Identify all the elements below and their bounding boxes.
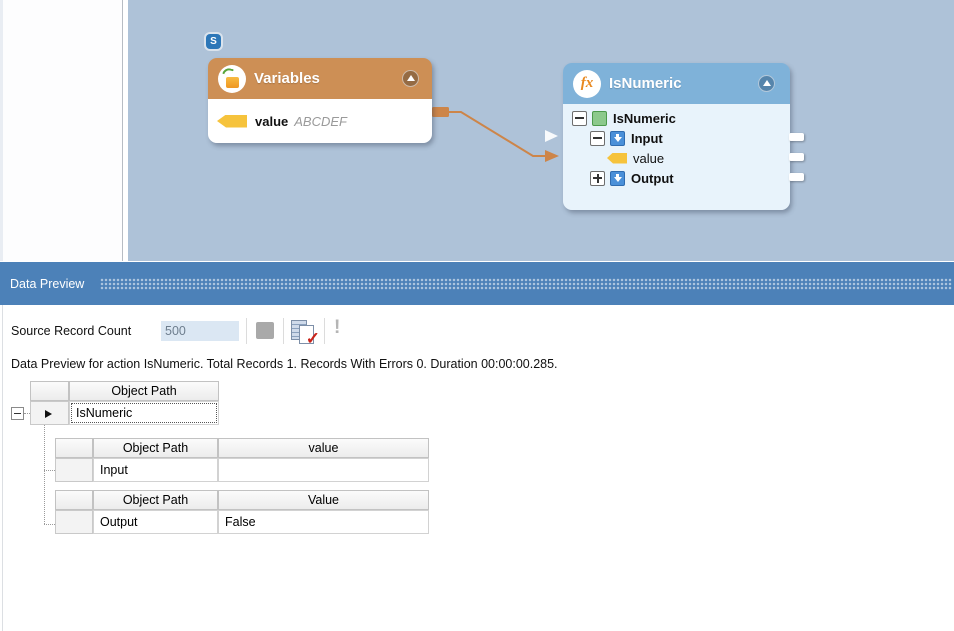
tree-row-input[interactable]: Input (563, 128, 790, 148)
group-down-arrow-icon (610, 170, 625, 186)
variables-node[interactable]: Variables value ABCDEF (208, 58, 432, 143)
isnumeric-node-header[interactable]: fx IsNumeric (563, 63, 790, 104)
data-preview-panel: Source Record Count ✓ ! Data Preview for… (2, 305, 954, 631)
grid-cell-isnumeric[interactable]: IsNumeric (69, 401, 219, 425)
mapping-canvas[interactable]: S Variables value ABCDEF fx IsNumeric Is… (128, 0, 954, 261)
variables-icon (218, 64, 246, 93)
tree-row-isnumeric[interactable]: IsNumeric (563, 108, 790, 128)
tree-line (44, 524, 55, 525)
data-preview-title: Data Preview (10, 276, 85, 291)
output-port[interactable] (789, 133, 804, 141)
object-path-column-header[interactable]: Object Path (69, 381, 219, 401)
current-row-marker-icon (45, 410, 52, 418)
row-selector-header[interactable] (30, 381, 69, 401)
toolbar-separator (246, 318, 247, 344)
collapse-icon[interactable] (590, 130, 605, 146)
source-badge: S (206, 34, 221, 49)
isnumeric-node-title: IsNumeric (609, 75, 682, 92)
fx-glyph: fx (580, 75, 594, 91)
toolbar-separator (324, 318, 325, 344)
grid-cell-output-value[interactable]: False (218, 510, 429, 534)
value-tag-icon (607, 152, 627, 164)
left-sidebar-panel (3, 0, 123, 261)
run-preview-button[interactable]: ✓ (291, 317, 320, 348)
connector-arrowhead-icon (545, 150, 559, 162)
collapse-node-button[interactable] (402, 70, 419, 87)
source-record-count-label: Source Record Count (11, 324, 132, 338)
row-selector-header[interactable] (55, 438, 93, 458)
variables-node-body: value ABCDEF (208, 99, 432, 143)
preview-status-message: Data Preview for action IsNumeric. Total… (11, 357, 558, 371)
tree-row-output[interactable]: Output (563, 168, 790, 188)
red-check-icon: ✓ (305, 329, 320, 348)
value-column-header[interactable]: Value (218, 490, 429, 510)
output-port[interactable] (789, 153, 804, 161)
warnings-button[interactable]: ! (334, 317, 340, 339)
isnumeric-node[interactable]: fx IsNumeric IsNumeric Input value Outpu… (563, 63, 804, 210)
grid-cell-input[interactable]: Input (93, 458, 218, 482)
grid-cell-input-value[interactable] (218, 458, 429, 482)
tree-label: Input (631, 130, 663, 146)
row-selector-header[interactable] (55, 490, 93, 510)
collapse-icon[interactable] (572, 110, 587, 126)
collapse-node-button[interactable] (758, 75, 775, 92)
titlebar-grip-texture (100, 278, 952, 290)
action-square-icon (592, 110, 607, 126)
value-tag-icon (217, 114, 247, 128)
source-record-count-input[interactable] (161, 321, 239, 341)
data-preview-titlebar[interactable]: Data Preview (0, 262, 954, 305)
variables-node-header[interactable]: Variables (208, 58, 432, 99)
tree-label: value (633, 150, 665, 166)
value-column-header[interactable]: value (218, 438, 429, 458)
variables-output-port[interactable] (432, 107, 449, 117)
variables-node-title: Variables (254, 70, 320, 87)
toolbar-separator (283, 318, 284, 344)
tree-row-value[interactable]: value (563, 148, 790, 168)
tree-line (44, 425, 45, 524)
row-selector-cell[interactable] (55, 458, 93, 482)
triangle-up-icon (406, 75, 415, 81)
group-down-arrow-icon (610, 130, 625, 146)
tree-label: Output (631, 170, 674, 186)
isnumeric-node-body: IsNumeric Input value Output (563, 104, 790, 210)
tree-line (44, 470, 55, 471)
variable-value: ABCDEF (294, 113, 347, 129)
grid-cell-output[interactable]: Output (93, 510, 218, 534)
output-port[interactable] (789, 173, 804, 181)
stop-button[interactable] (256, 322, 274, 339)
input-port-arrow-icon (545, 130, 558, 142)
function-icon: fx (573, 69, 601, 98)
expand-icon[interactable] (590, 170, 605, 186)
variable-name: value (255, 113, 289, 129)
collapse-icon[interactable] (11, 407, 24, 420)
object-path-column-header[interactable]: Object Path (93, 438, 218, 458)
object-path-column-header[interactable]: Object Path (93, 490, 218, 510)
row-selector-cell[interactable] (55, 510, 93, 534)
triangle-up-icon (762, 80, 771, 86)
tree-label: IsNumeric (613, 110, 676, 126)
mapping-connector-line[interactable] (449, 111, 545, 157)
row-selector-cell[interactable] (30, 401, 69, 425)
